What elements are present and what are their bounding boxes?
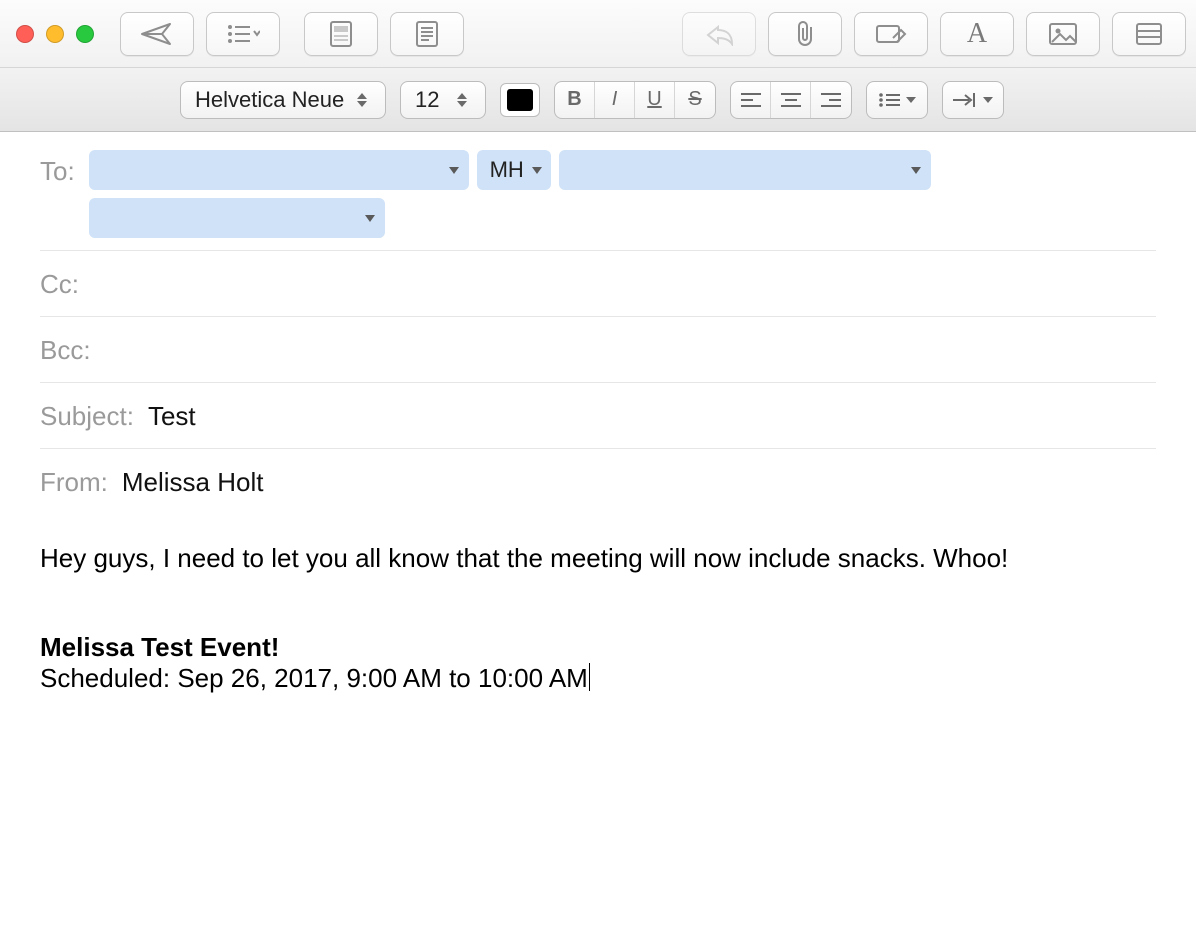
list-style-button[interactable]	[867, 82, 927, 118]
toolbar-right: A	[682, 12, 1186, 56]
font-size-value: 12	[415, 87, 439, 113]
recipient-initials: MH	[490, 157, 524, 183]
from-value[interactable]: Melissa Holt	[122, 461, 264, 498]
strikethrough-button[interactable]: S	[675, 82, 715, 118]
reply-button[interactable]	[682, 12, 756, 56]
event-title[interactable]: Melissa Test Event!	[40, 632, 1156, 663]
show-format-button[interactable]: A	[940, 12, 1014, 56]
window-controls	[16, 25, 94, 43]
font-size-select[interactable]: 12	[400, 81, 486, 119]
template-icon	[329, 20, 353, 48]
alignment-segment	[730, 81, 852, 119]
photo-browser-button[interactable]	[1026, 12, 1100, 56]
from-label: From:	[40, 461, 122, 498]
align-center-button[interactable]	[771, 82, 811, 118]
text-color-button[interactable]	[500, 83, 540, 117]
close-window-button[interactable]	[16, 25, 34, 43]
format-letter: A	[967, 18, 987, 50]
recipient-chip[interactable]	[559, 150, 931, 190]
titlebar: A	[0, 0, 1196, 68]
list-segment	[866, 81, 928, 119]
toolbar-left	[120, 12, 280, 56]
align-left-icon	[741, 92, 761, 108]
send-button[interactable]	[120, 12, 194, 56]
indent-button[interactable]	[943, 82, 1003, 118]
color-swatch	[507, 89, 533, 111]
plain-text-button[interactable]	[390, 12, 464, 56]
recipient-chip[interactable]	[89, 150, 469, 190]
event-schedule[interactable]: Scheduled: Sep 26, 2017, 9:00 AM to 10:0…	[40, 663, 588, 693]
to-row: To: MH	[40, 138, 1156, 251]
subject-label: Subject:	[40, 395, 148, 432]
attach-button[interactable]	[768, 12, 842, 56]
align-right-icon	[821, 92, 841, 108]
photo-icon	[1048, 22, 1078, 46]
italic-button[interactable]: I	[595, 82, 635, 118]
indent-icon	[953, 93, 977, 107]
to-field[interactable]: MH	[89, 150, 1156, 238]
text-cursor	[589, 663, 591, 691]
bcc-label: Bcc:	[40, 329, 105, 366]
paperclip-icon	[793, 19, 817, 49]
zoom-window-button[interactable]	[76, 25, 94, 43]
chevron-down-icon	[532, 167, 542, 174]
bcc-row: Bcc:	[40, 317, 1156, 383]
body-paragraph[interactable]: Hey guys, I need to let you all know tha…	[40, 541, 1156, 576]
underline-button[interactable]: U	[635, 82, 675, 118]
chevron-down-icon	[365, 215, 375, 222]
send-icon	[140, 20, 174, 48]
cc-row: Cc:	[40, 251, 1156, 317]
chevron-down-icon	[449, 167, 459, 174]
indent-segment	[942, 81, 1004, 119]
page-icon	[415, 20, 439, 48]
stationery-button[interactable]	[1112, 12, 1186, 56]
markup-icon	[875, 22, 907, 46]
to-label: To:	[40, 150, 89, 187]
toolbar-templates	[304, 12, 464, 56]
recipient-chip[interactable]	[89, 198, 385, 238]
align-right-button[interactable]	[811, 82, 851, 118]
markup-button[interactable]	[854, 12, 928, 56]
subject-field[interactable]: Test	[148, 395, 196, 432]
header-options-button[interactable]	[206, 12, 280, 56]
bullet-list-icon	[878, 92, 900, 108]
align-center-icon	[781, 92, 801, 108]
message-body[interactable]: Hey guys, I need to let you all know tha…	[0, 515, 1196, 694]
chevron-down-icon	[906, 97, 916, 103]
reply-icon	[704, 22, 734, 46]
minimize-window-button[interactable]	[46, 25, 64, 43]
subject-row: Subject: Test	[40, 383, 1156, 449]
chevron-down-icon	[911, 167, 921, 174]
chevron-down-icon	[983, 97, 993, 103]
message-headers: To: MH Cc: Bcc: Subject: Test Fr	[0, 132, 1196, 515]
table-icon	[1135, 22, 1163, 46]
format-bar: Helvetica Neue 12 B I U S	[0, 68, 1196, 132]
cc-label: Cc:	[40, 263, 93, 300]
stepper-icon	[357, 87, 375, 113]
text-style-segment: B I U S	[554, 81, 716, 119]
align-left-button[interactable]	[731, 82, 771, 118]
stepper-icon	[457, 87, 475, 113]
rich-text-button[interactable]	[304, 12, 378, 56]
font-family-select[interactable]: Helvetica Neue	[180, 81, 386, 119]
font-family-value: Helvetica Neue	[195, 87, 344, 113]
recipient-chip[interactable]: MH	[477, 150, 551, 190]
bold-button[interactable]: B	[555, 82, 595, 118]
from-row: From: Melissa Holt	[40, 449, 1156, 515]
checklist-icon	[226, 23, 260, 45]
